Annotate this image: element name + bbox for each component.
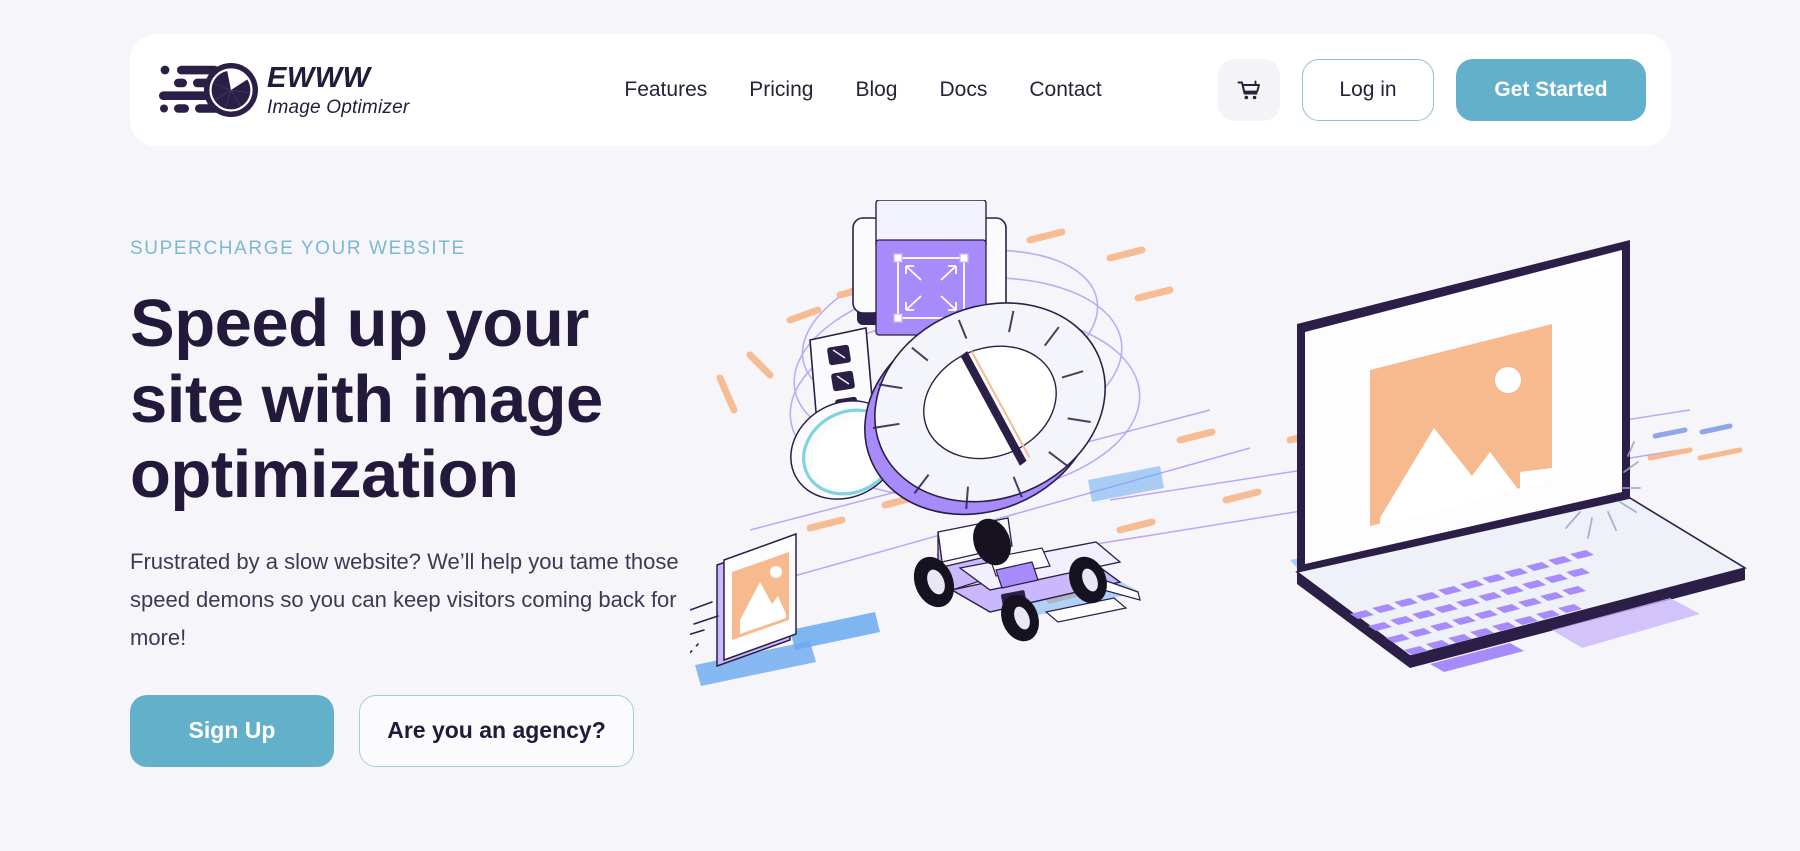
hero-title-line-1: Speed up your <box>130 286 589 361</box>
hero-illustration <box>690 200 1750 760</box>
hero-title-line-3: optimization <box>130 437 519 513</box>
hero-eyebrow: SUPERCHARGE YOUR WEBSITE <box>130 238 466 259</box>
brand-logo[interactable]: EWWW Image Optimizer <box>157 59 409 121</box>
landing-page: EWWW Image Optimizer Features Pricing Bl… <box>0 0 1800 851</box>
cart-button[interactable] <box>1218 59 1280 121</box>
header-actions: Log in Get Started <box>1218 59 1646 121</box>
nav-item-pricing[interactable]: Pricing <box>749 78 813 102</box>
hero-subtitle: Frustrated by a slow website? We’ll help… <box>130 549 679 650</box>
nav-item-features[interactable]: Features <box>624 78 707 102</box>
brand-subtitle: Image Optimizer <box>267 96 410 118</box>
nav-item-blog[interactable]: Blog <box>855 78 897 102</box>
ewww-aperture-logo-icon <box>159 63 258 117</box>
login-button[interactable]: Log in <box>1302 59 1434 121</box>
brand-name: EWWW <box>267 61 371 94</box>
hero-content: SUPERCHARGE YOUR WEBSITE Speed up your s… <box>130 238 750 767</box>
hero-title: Speed up your site with image optimizati… <box>130 286 750 513</box>
hero-cta-group: Sign Up Are you an agency? <box>130 694 750 767</box>
laptop-illustration <box>1290 240 1748 672</box>
get-started-button[interactable]: Get Started <box>1456 59 1646 121</box>
right-dash-accents <box>1647 423 1743 461</box>
hero-title-line-2: site with image <box>130 361 603 437</box>
sign-up-button[interactable]: Sign Up <box>130 694 334 767</box>
shopping-cart-icon <box>1237 80 1260 100</box>
race-car-illustration <box>913 517 1141 642</box>
nav-item-contact[interactable]: Contact <box>1029 78 1101 102</box>
site-header: EWWW Image Optimizer Features Pricing Bl… <box>130 34 1671 146</box>
main-navigation: Features Pricing Blog Docs Contact <box>624 78 1101 102</box>
agency-button[interactable]: Are you an agency? <box>359 694 634 767</box>
nav-item-docs[interactable]: Docs <box>939 78 987 102</box>
isometric-image-optimization-scene <box>690 200 1748 686</box>
